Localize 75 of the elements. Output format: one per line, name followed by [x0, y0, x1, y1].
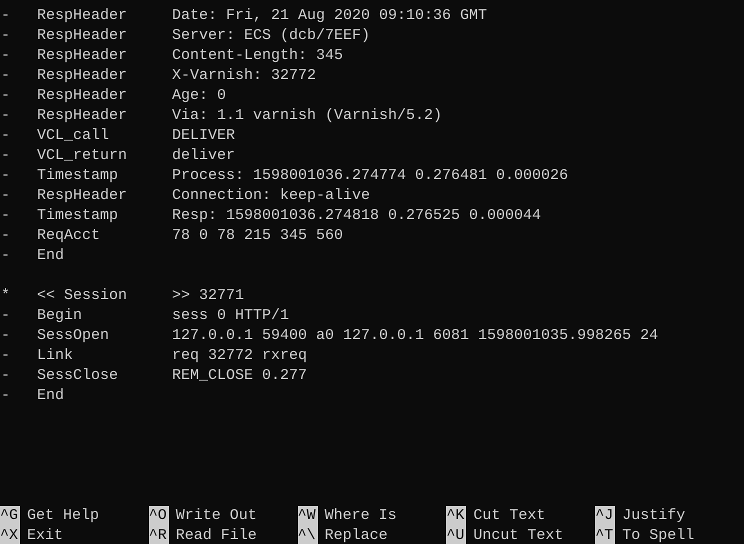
log-value: Server: ECS (dcb/7EEF)	[172, 26, 370, 46]
record-marker: -	[1, 147, 10, 164]
shortcut-key: ^W	[298, 506, 318, 526]
shortcut-key: ^R	[148, 526, 169, 544]
record-marker: -	[1, 247, 10, 264]
record-marker: -	[1, 207, 10, 224]
log-tag: Begin	[37, 307, 82, 324]
log-tag: Timestamp	[37, 207, 118, 224]
record-marker: -	[1, 107, 10, 124]
record-marker: -	[1, 327, 10, 344]
shortcut-label: To Spell	[622, 526, 694, 544]
log-value: Content-Length: 345	[172, 46, 344, 66]
log-tag: RespHeader	[37, 7, 128, 24]
shortcut-key: ^O	[148, 506, 169, 526]
log-value: Via: 1.1 varnish (Varnish/5.2)	[172, 106, 442, 126]
record-marker: -	[1, 7, 10, 24]
record-marker: -	[1, 47, 10, 64]
log-tag: << Session	[37, 287, 128, 304]
log-value: deliver	[172, 146, 236, 166]
record-marker: *	[1, 287, 10, 304]
log-tag: RespHeader	[37, 87, 128, 104]
log-tag: SessClose	[37, 367, 118, 384]
log-value: 78 0 78 215 345 560	[172, 226, 344, 246]
record-marker: -	[1, 387, 10, 404]
log-tag: End	[37, 387, 64, 404]
log-tag: SessOpen	[37, 327, 110, 344]
log-value: Process: 1598001036.274774 0.276481 0.000026	[172, 166, 568, 186]
shortcut-label: Read File	[176, 526, 257, 544]
shortcut-label: Where Is	[324, 506, 397, 526]
log-tag: VCL_call	[37, 127, 110, 144]
log-tag: RespHeader	[37, 47, 128, 64]
log-tag: RespHeader	[37, 67, 128, 84]
log-value: req 32772 rxreq	[172, 346, 308, 366]
record-marker: -	[1, 307, 10, 324]
shortcut-key: ^J	[595, 506, 616, 526]
shortcut-label: Exit	[27, 526, 64, 544]
shortcut-key: ^\	[298, 526, 318, 544]
record-marker: -	[1, 127, 10, 144]
shortcut-key: ^T	[595, 526, 616, 544]
shortcut-label: Write Out	[176, 506, 257, 526]
log-value: Resp: 1598001036.274818 0.276525 0.000044	[172, 206, 542, 226]
log-value: >> 32771	[172, 286, 244, 306]
record-marker: -	[1, 27, 10, 44]
log-value: X-Varnish: 32772	[172, 66, 316, 86]
log-tag: Timestamp	[37, 167, 118, 184]
log-tag: End	[37, 247, 64, 264]
log-value: Connection: keep-alive	[172, 186, 370, 206]
log-tag: VCL_return	[37, 147, 128, 164]
shortcut-label: Get Help	[27, 506, 100, 526]
record-marker: -	[1, 167, 10, 184]
log-tag: RespHeader	[37, 27, 128, 44]
record-marker: -	[1, 187, 10, 204]
record-marker: -	[1, 67, 10, 84]
shortcut-label: Uncut Text	[473, 526, 564, 544]
log-value: REM_CLOSE 0.277	[172, 366, 308, 386]
shortcut-key: ^X	[0, 526, 20, 544]
shortcut-key: ^G	[0, 506, 20, 526]
log-value: Date: Fri, 21 Aug 2020 09:10:36 GMT	[172, 6, 488, 26]
log-tag: RespHeader	[37, 187, 128, 204]
record-marker: -	[1, 87, 10, 104]
log-tag: Link	[37, 347, 74, 364]
log-value: DELIVER	[172, 126, 236, 146]
log-value: Age: 0	[172, 86, 226, 106]
record-marker: -	[1, 227, 10, 244]
shortcut-key: ^K	[446, 506, 466, 526]
log-tag: RespHeader	[37, 107, 128, 124]
shortcut-label: Replace	[324, 526, 388, 544]
shortcut-label: Justify	[622, 506, 686, 526]
record-marker: -	[1, 347, 10, 364]
shortcut-key: ^U	[446, 526, 466, 544]
shortcut-label: Cut Text	[473, 506, 546, 526]
log-value: 127.0.0.1 59400 a0 127.0.0.1 6081 1598001035.998265 24	[172, 326, 658, 346]
log-value: sess 0 HTTP/1	[172, 306, 290, 326]
log-tag: ReqAcct	[37, 227, 100, 244]
record-marker: -	[1, 367, 10, 384]
